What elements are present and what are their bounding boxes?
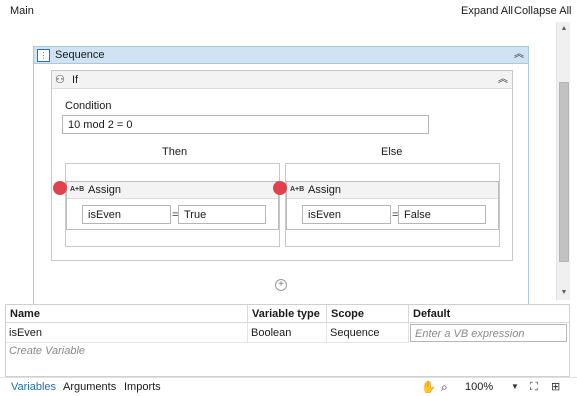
breakpoint-icon[interactable] <box>53 181 67 195</box>
assign-value-input[interactable]: False <box>398 205 486 224</box>
else-branch[interactable]: A+B Assign isEven = False <box>285 163 500 247</box>
if-label: If <box>72 74 79 86</box>
variable-name-cell[interactable]: isEven <box>6 323 248 343</box>
variable-scope-cell[interactable]: Sequence <box>327 323 409 343</box>
overview-icon[interactable]: ⊞ <box>551 380 560 393</box>
assign-to-input[interactable]: isEven <box>302 205 391 224</box>
hand-icon[interactable]: ✋ <box>421 380 436 394</box>
else-label: Else <box>381 146 403 158</box>
sequence-header[interactable]: ⋮ Sequence ︽ <box>34 47 528 64</box>
sequence-label: Sequence <box>55 49 105 61</box>
assign-label: Assign <box>88 184 122 196</box>
scroll-up-icon[interactable]: ▲ <box>557 22 571 36</box>
tab-variables[interactable]: Variables <box>11 381 56 393</box>
column-header-default[interactable]: Default <box>409 305 569 323</box>
variables-panel: Name Variable type Scope Default isEven … <box>5 304 570 377</box>
tab-imports[interactable]: Imports <box>124 381 161 393</box>
assign-value-input[interactable]: True <box>178 205 266 224</box>
chevron-down-icon[interactable]: ▼ <box>511 382 519 391</box>
condition-label: Condition <box>65 100 112 112</box>
assign-header[interactable]: A+B Assign <box>287 182 498 199</box>
column-header-scope[interactable]: Scope <box>327 305 409 323</box>
search-icon[interactable]: ⌕ <box>441 380 448 395</box>
scroll-down-icon[interactable]: ▼ <box>557 286 571 300</box>
create-variable-row[interactable]: Create Variable <box>9 345 85 357</box>
variable-default-input[interactable]: Enter a VB expression <box>410 324 567 342</box>
assign-header[interactable]: A+B Assign <box>67 182 278 199</box>
sequence-icon: ⋮ <box>37 49 50 62</box>
assign-to-input[interactable]: isEven <box>82 205 171 224</box>
if-activity[interactable]: ⚇ If ︽ Condition 10 mod 2 = 0 Then Else … <box>51 70 513 261</box>
scrollbar-thumb[interactable] <box>559 82 569 262</box>
then-assign-activity[interactable]: A+B Assign isEven = True <box>66 181 279 230</box>
tab-arguments[interactable]: Arguments <box>63 381 116 393</box>
add-icon[interactable]: + <box>275 279 287 291</box>
then-branch[interactable]: A+B Assign isEven = True <box>65 163 280 247</box>
else-assign-activity[interactable]: A+B Assign isEven = False <box>286 181 499 230</box>
collapse-all-button[interactable]: Collapse All <box>514 5 571 17</box>
assign-icon: A+B <box>70 186 85 193</box>
designer-topbar: Main Expand All Collapse All <box>0 0 577 22</box>
designer-canvas[interactable]: ⋮ Sequence ︽ + + ⚇ If ︽ Condition 10 mod… <box>0 22 556 305</box>
condition-input[interactable]: 10 mod 2 = 0 <box>62 115 429 134</box>
expand-all-button[interactable]: Expand All <box>461 5 513 17</box>
designer-scrollbar[interactable]: ▲ ▼ <box>556 22 570 300</box>
collapse-icon[interactable]: ︽ <box>498 75 508 85</box>
zoom-level[interactable]: 100% <box>465 381 493 393</box>
breakpoint-icon[interactable] <box>273 181 287 195</box>
assign-icon: A+B <box>290 186 305 193</box>
fit-icon[interactable]: ⛶ <box>530 380 538 394</box>
breadcrumb-main[interactable]: Main <box>10 5 34 17</box>
column-header-name[interactable]: Name <box>6 305 248 323</box>
if-header[interactable]: ⚇ If ︽ <box>52 71 512 89</box>
designer-bottombar: Variables Arguments Imports ✋ ⌕ 100% ▼ ⛶… <box>0 377 577 396</box>
assign-label: Assign <box>308 184 342 196</box>
collapse-icon[interactable]: ︽ <box>514 50 524 60</box>
if-icon: ⚇ <box>55 73 65 86</box>
then-label: Then <box>162 146 188 158</box>
variable-type-cell[interactable]: Boolean <box>248 323 327 343</box>
column-header-type[interactable]: Variable type <box>248 305 327 323</box>
